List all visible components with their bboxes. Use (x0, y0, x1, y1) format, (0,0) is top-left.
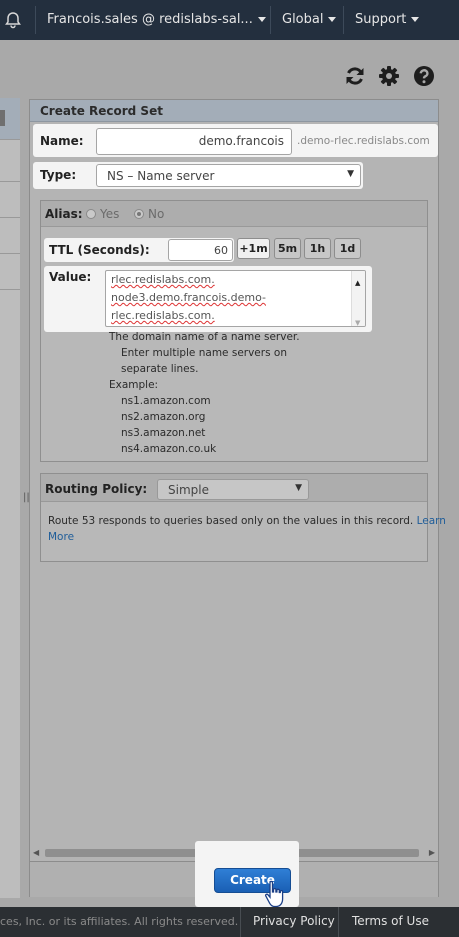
nav-divider (270, 6, 271, 34)
nav-divider (35, 6, 36, 34)
type-select-value: NS – Name server (107, 169, 215, 183)
panel-header: Create Record Set (30, 100, 438, 122)
left-panel-row (0, 218, 20, 254)
scroll-right-icon[interactable]: ▶ (429, 848, 435, 857)
ttl-5m-button[interactable]: 5m (274, 238, 301, 259)
copyright-text: ces, Inc. or its affiliates. All rights … (0, 915, 239, 928)
help-example: ns1.amazon.com (121, 395, 211, 407)
routing-description: Route 53 responds to queries based only … (48, 515, 446, 527)
scroll-left-icon[interactable]: ◀ (33, 848, 39, 857)
scroll-up-icon[interactable]: ▲ (355, 274, 360, 292)
region-menu[interactable]: Global (282, 12, 337, 27)
chevron-down-icon: ▼ (347, 169, 354, 179)
alias-yes-label: Yes (100, 207, 120, 221)
value-line: rlec.redislabs.com. (111, 273, 215, 286)
help-text: Enter multiple name servers on (121, 347, 287, 359)
alias-no-radio[interactable]: No (134, 207, 164, 221)
ttl-input[interactable]: 60 (168, 239, 233, 261)
hand-cursor-icon (264, 880, 284, 908)
name-input[interactable]: demo.francois (96, 128, 292, 155)
textarea-scrollbar[interactable]: ▲ ▼ (351, 271, 365, 326)
help-text: Example: (109, 379, 159, 391)
ttl-plus-1m-button[interactable]: +1m (237, 238, 270, 259)
terms-of-use-link[interactable]: Terms of Use (352, 914, 429, 928)
footer-divider (338, 907, 339, 937)
bottom-footer: ces, Inc. or its affiliates. All rights … (0, 907, 459, 937)
routing-policy-label: Routing Policy: (45, 482, 148, 496)
value-textarea[interactable]: rlec.redislabs.com. node3.demo.francois.… (105, 270, 366, 327)
help-example: ns2.amazon.org (121, 411, 206, 423)
left-panel-handle[interactable] (0, 110, 5, 126)
value-line: rlec.redislabs.com. (111, 309, 215, 322)
region-label: Global (282, 12, 324, 27)
value-label: Value: (49, 270, 92, 284)
chevron-down-icon (328, 17, 337, 22)
left-panel-row (0, 254, 20, 290)
routing-description-text: Route 53 responds to queries based only … (48, 515, 414, 527)
help-example: ns4.amazon.co.uk (121, 443, 217, 455)
footer-divider (240, 907, 241, 937)
help-text: The domain name of a name server. (109, 331, 300, 343)
chevron-down-icon (411, 17, 420, 22)
routing-policy-value: Simple (168, 483, 209, 497)
privacy-policy-link[interactable]: Privacy Policy (253, 914, 335, 928)
support-label: Support (355, 12, 407, 27)
value-line: node3.demo.francois.demo- (111, 291, 266, 304)
gear-icon[interactable] (378, 65, 400, 87)
help-example: ns3.amazon.net (121, 427, 206, 439)
top-nav-bar: Francois.sales @ redislabs-sal... Global… (0, 0, 459, 40)
scroll-down-icon[interactable]: ▼ (355, 314, 360, 326)
radio-icon (86, 209, 96, 219)
alias-label: Alias: (45, 207, 83, 221)
left-panel-row (0, 182, 20, 218)
bell-icon[interactable] (4, 11, 22, 29)
account-menu[interactable]: Francois.sales @ redislabs-sal... (47, 12, 266, 27)
ttl-1h-button[interactable]: 1h (304, 238, 331, 259)
learn-more-link[interactable]: More (48, 531, 74, 543)
domain-suffix: .demo-rlec.redislabs.com (297, 135, 430, 147)
chevron-down-icon: ▼ (295, 483, 302, 493)
chevron-down-icon (257, 17, 266, 22)
left-panel-row (0, 140, 20, 182)
panel-title: Create Record Set (40, 104, 163, 118)
alias-yes-radio[interactable]: Yes (86, 207, 119, 221)
account-label: Francois.sales @ redislabs-sal... (47, 12, 253, 27)
help-icon[interactable] (413, 65, 435, 87)
alias-no-label: No (148, 207, 165, 221)
help-text: separate lines. (121, 363, 199, 375)
ttl-label: TTL (Seconds): (49, 243, 150, 257)
learn-more-link[interactable]: Learn (417, 515, 446, 527)
type-select[interactable]: NS – Name server ▼ (96, 164, 361, 187)
type-label: Type: (40, 168, 77, 182)
refresh-icon[interactable] (344, 65, 366, 87)
name-label: Name: (40, 134, 84, 148)
ttl-1d-button[interactable]: 1d (334, 238, 361, 259)
routing-policy-select[interactable]: Simple ▼ (157, 479, 309, 500)
radio-selected-icon (134, 209, 144, 219)
left-panel (0, 98, 20, 898)
support-menu[interactable]: Support (355, 12, 420, 27)
nav-divider (343, 6, 344, 34)
